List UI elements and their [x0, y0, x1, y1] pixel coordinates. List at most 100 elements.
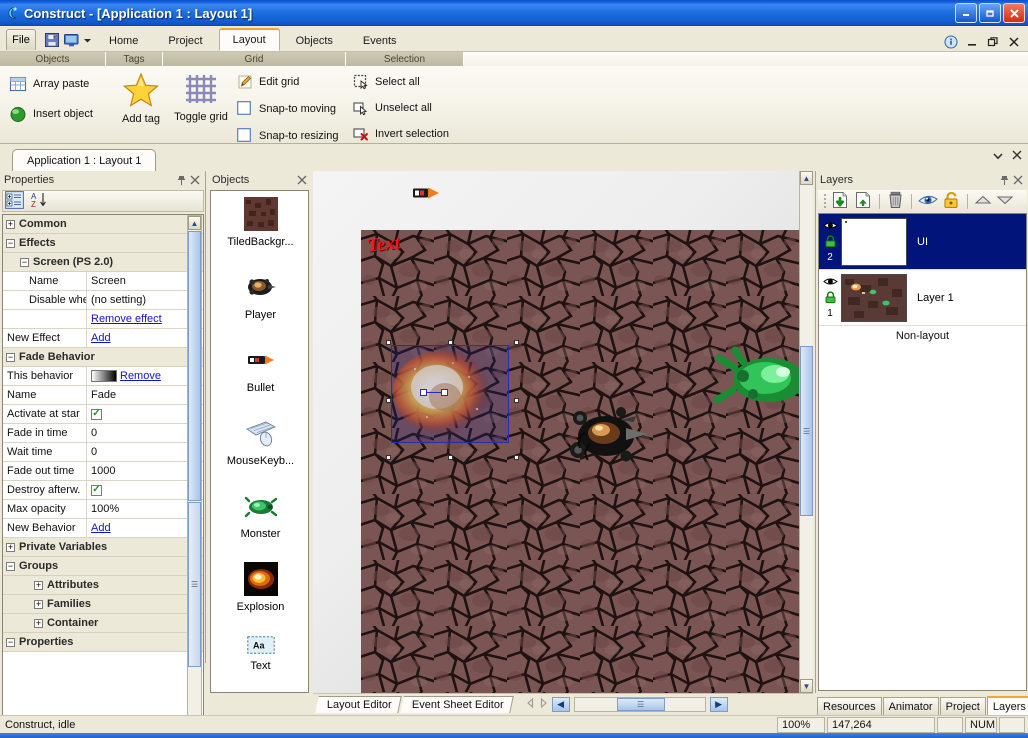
- window-maximize-button[interactable]: [979, 3, 1001, 23]
- scroll-right-icon[interactable]: ▶: [709, 697, 728, 712]
- mdi-close-icon[interactable]: [1007, 35, 1021, 49]
- move-up-icon[interactable]: [974, 193, 992, 210]
- layer-row-ui[interactable]: 2 UI: [819, 214, 1026, 270]
- object-item-text[interactable]: Aa Text: [211, 629, 308, 692]
- display-icon[interactable]: [63, 32, 80, 48]
- canvas-scroll-up-arrow[interactable]: ▲: [800, 171, 813, 185]
- expander-icon[interactable]: −: [20, 257, 29, 267]
- help-info-icon[interactable]: [944, 35, 958, 49]
- property-row-wait-time[interactable]: Wait time 0: [3, 442, 203, 462]
- layer-row-layer1[interactable]: 1 Layer 1: [819, 270, 1026, 326]
- pin-icon[interactable]: [175, 174, 188, 187]
- activate-at-start-checkbox[interactable]: ✓: [91, 408, 102, 420]
- property-value[interactable]: 0: [87, 443, 203, 462]
- property-row-fade-out-time[interactable]: Fade out time 1000: [3, 461, 203, 481]
- scroll-up-arrow[interactable]: ▲: [188, 216, 201, 230]
- toggle-grid-button[interactable]: Toggle grid: [168, 72, 234, 123]
- mdi-restore-icon[interactable]: [986, 35, 1000, 49]
- canvas-object-monster[interactable]: [713, 346, 799, 416]
- lock-toggle-icon[interactable]: [824, 235, 837, 251]
- snap-to-moving-checkbox[interactable]: Snap-to moving: [236, 97, 339, 121]
- ribbon-tab-events[interactable]: Events: [349, 30, 411, 51]
- add-layer-up-icon[interactable]: [854, 191, 873, 212]
- alphabetical-sort-icon[interactable]: A Z: [30, 191, 49, 212]
- property-row-max-opacity[interactable]: Max opacity 100%: [3, 499, 203, 519]
- expander-icon[interactable]: −: [6, 352, 15, 362]
- property-value[interactable]: (no setting): [87, 291, 203, 310]
- object-item-mousekeyboard[interactable]: MouseKeyb...: [211, 410, 308, 483]
- property-category-families[interactable]: + Families: [3, 595, 203, 614]
- hotspot-marker[interactable]: [420, 389, 427, 396]
- edit-grid-button[interactable]: Edit grid: [236, 70, 339, 94]
- object-item-bullet[interactable]: Bullet: [211, 337, 308, 410]
- array-paste-button[interactable]: Array paste: [8, 72, 93, 96]
- expander-icon[interactable]: +: [34, 618, 43, 628]
- resize-handle-bc[interactable]: [448, 455, 453, 460]
- close-icon[interactable]: [188, 174, 201, 187]
- tab-animator[interactable]: Animator: [882, 697, 939, 715]
- add-effect-link[interactable]: Add: [91, 329, 111, 348]
- add-behavior-link[interactable]: Add: [91, 519, 111, 538]
- property-value[interactable]: Fade: [87, 386, 203, 405]
- property-value[interactable]: Screen: [87, 272, 203, 291]
- layout-area[interactable]: Text: [361, 230, 799, 693]
- canvas-object-text[interactable]: Text: [366, 232, 401, 257]
- dropdown-arrow-icon[interactable]: [82, 33, 93, 47]
- property-category-common[interactable]: + Common: [3, 215, 203, 234]
- delete-layer-icon[interactable]: [886, 191, 905, 212]
- expander-icon[interactable]: −: [6, 561, 15, 571]
- tab-project[interactable]: Project: [939, 697, 986, 715]
- resize-handle-tc[interactable]: [448, 340, 453, 345]
- expander-icon[interactable]: +: [6, 219, 15, 229]
- property-category-groups[interactable]: − Groups: [3, 557, 203, 576]
- insert-object-button[interactable]: Insert object: [8, 102, 93, 126]
- document-tab-application1-layout1[interactable]: Application 1 : Layout 1: [12, 149, 157, 171]
- property-row-behavior-name[interactable]: Name Fade: [3, 385, 203, 405]
- expander-icon[interactable]: +: [6, 542, 15, 552]
- objects-list[interactable]: TiledBackgr... Player Bullet MouseKeyb..…: [210, 190, 309, 693]
- move-down-icon[interactable]: [996, 193, 1014, 210]
- window-minimize-button[interactable]: [955, 3, 977, 23]
- close-icon[interactable]: [1012, 150, 1022, 163]
- visibility-toggle-icon[interactable]: [822, 220, 838, 234]
- canvas-scrollbar-thumb[interactable]: ☰: [800, 346, 813, 516]
- property-category-fade-behavior[interactable]: − Fade Behavior: [3, 348, 203, 367]
- property-row-effect-name[interactable]: Name Screen: [3, 271, 203, 291]
- property-value[interactable]: 1000: [87, 462, 203, 481]
- file-menu-button[interactable]: File: [6, 29, 36, 50]
- mdi-minimize-icon[interactable]: [965, 35, 979, 49]
- tab-layout-editor[interactable]: Layout Editor: [315, 696, 402, 713]
- dropdown-arrow-icon[interactable]: [993, 151, 1003, 163]
- property-row-new-behavior[interactable]: New Behavior Add: [3, 518, 203, 538]
- property-category-attributes[interactable]: + Attributes: [3, 576, 203, 595]
- properties-list[interactable]: + Common − Effects − Screen (PS 2.0) Nam…: [2, 214, 204, 738]
- toggle-lock-icon[interactable]: [942, 191, 961, 212]
- close-icon[interactable]: [295, 174, 308, 187]
- tab-event-sheet-editor[interactable]: Event Sheet Editor: [400, 696, 514, 713]
- object-item-explosion[interactable]: Explosion: [211, 556, 308, 629]
- next-arrow-icon[interactable]: [539, 697, 548, 711]
- scrollbar-thumb-lower[interactable]: ☰: [188, 502, 201, 667]
- property-row-remove-effect[interactable]: Remove effect: [3, 309, 203, 329]
- resize-handle-tr[interactable]: [514, 340, 519, 345]
- canvas-scrollbar-vertical[interactable]: ▲ ☰ ▼: [799, 171, 813, 693]
- add-layer-down-icon[interactable]: [831, 191, 850, 212]
- tab-layers[interactable]: Layers: [986, 696, 1028, 715]
- status-zoom[interactable]: 100%: [777, 716, 825, 733]
- object-item-monster[interactable]: Monster: [211, 483, 308, 556]
- property-row-destroy-afterwards[interactable]: Destroy afterw. ✓: [3, 480, 203, 500]
- add-tag-button[interactable]: Add tag: [110, 72, 172, 125]
- resize-handle-br[interactable]: [514, 455, 519, 460]
- property-value[interactable]: 100%: [87, 500, 203, 519]
- hscrollbar-thumb[interactable]: ☰: [616, 698, 665, 711]
- property-value[interactable]: 0: [87, 424, 203, 443]
- property-row-disable-when[interactable]: Disable wher (no setting): [3, 290, 203, 310]
- properties-scrollbar-vertical[interactable]: ▲ ☰ ▼: [187, 215, 202, 738]
- lock-toggle-icon[interactable]: [824, 291, 837, 307]
- ribbon-tab-layout[interactable]: Layout: [218, 28, 280, 51]
- canvas-scroll-down-arrow[interactable]: ▼: [800, 679, 813, 693]
- property-row-fade-in-time[interactable]: Fade in time 0: [3, 423, 203, 443]
- ribbon-tab-project[interactable]: Project: [154, 30, 216, 51]
- unselect-all-button[interactable]: Unselect all: [352, 96, 449, 120]
- expander-icon[interactable]: −: [6, 238, 15, 248]
